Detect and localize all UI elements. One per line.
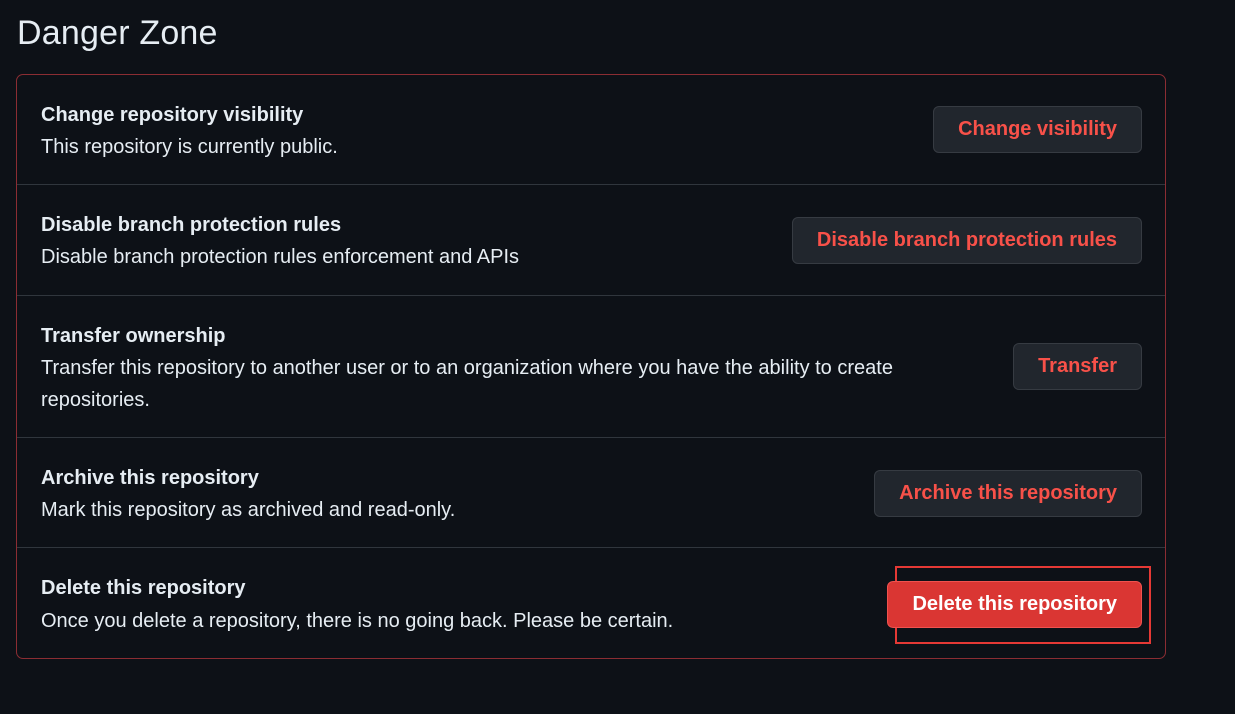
row-description: Mark this repository as archived and rea…	[41, 499, 456, 521]
row-title: Transfer ownership	[41, 325, 226, 347]
row-title: Delete this repository	[41, 577, 246, 599]
row-title: Change repository visibility	[41, 104, 304, 126]
danger-row-transfer: Transfer ownership Transfer this reposit…	[17, 296, 1165, 438]
danger-row-visibility: Change repository visibility This reposi…	[17, 75, 1165, 185]
danger-row-delete: Delete this repository Once you delete a…	[17, 548, 1165, 659]
row-title: Disable branch protection rules	[41, 214, 342, 236]
settings-page: Danger Zone Change repository visibility…	[0, 0, 1235, 714]
row-description: Once you delete a repository, there is n…	[41, 610, 674, 632]
row-title: Archive this repository	[41, 467, 259, 489]
disable-branch-protection-button[interactable]: Disable branch protection rules	[791, 217, 1142, 264]
transfer-button[interactable]: Transfer	[1013, 343, 1142, 390]
page-title: Danger Zone	[17, 14, 218, 52]
row-description: Transfer this repository to another user…	[41, 357, 893, 411]
archive-repository-button[interactable]: Archive this repository	[874, 470, 1142, 517]
delete-repository-button[interactable]: Delete this repository	[887, 581, 1142, 628]
danger-zone-box: Change repository visibility This reposi…	[16, 74, 1166, 659]
row-description: Disable branch protection rules enforcem…	[41, 246, 520, 268]
row-description: This repository is currently public.	[41, 136, 338, 158]
danger-row-archive: Archive this repository Mark this reposi…	[17, 438, 1165, 548]
change-visibility-button[interactable]: Change visibility	[933, 106, 1142, 153]
danger-row-branch-protection: Disable branch protection rules Disable …	[17, 185, 1165, 296]
